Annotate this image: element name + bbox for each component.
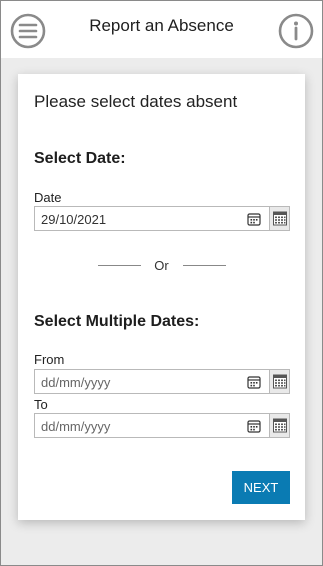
absence-form-card: Please select dates absent Select Date: …	[18, 74, 305, 520]
next-button[interactable]: NEXT	[232, 471, 290, 504]
calendar-grid-icon	[273, 211, 287, 226]
date-field[interactable]: 29/10/2021	[34, 206, 290, 231]
calendar-grid-icon	[273, 374, 287, 389]
from-date-field[interactable]: dd/mm/yyyy	[34, 369, 290, 394]
divider-line-right	[183, 265, 226, 266]
from-date-placeholder: dd/mm/yyyy	[41, 375, 111, 390]
or-divider: Or	[18, 258, 305, 274]
to-date-placeholder: dd/mm/yyyy	[41, 419, 111, 434]
calendar-picker-button[interactable]	[269, 207, 289, 230]
calendar-grid-icon	[273, 418, 287, 433]
calendar-icon[interactable]	[247, 375, 261, 389]
calendar-picker-button[interactable]	[269, 370, 289, 393]
app-header: Report an Absence	[1, 1, 322, 58]
calendar-icon[interactable]	[247, 419, 261, 433]
select-multiple-dates-heading: Select Multiple Dates:	[34, 313, 200, 330]
to-date-field[interactable]: dd/mm/yyyy	[34, 413, 290, 438]
or-text: Or	[154, 258, 169, 273]
card-title: Please select dates absent	[34, 92, 238, 111]
select-date-heading: Select Date:	[34, 150, 126, 167]
date-label: Date	[34, 190, 62, 205]
date-value: 29/10/2021	[41, 212, 107, 227]
calendar-icon[interactable]	[247, 212, 261, 226]
info-icon[interactable]	[278, 13, 314, 49]
page-title: Report an Absence	[89, 16, 234, 35]
to-label: To	[34, 397, 48, 412]
from-label: From	[34, 352, 65, 367]
calendar-picker-button[interactable]	[269, 414, 289, 437]
